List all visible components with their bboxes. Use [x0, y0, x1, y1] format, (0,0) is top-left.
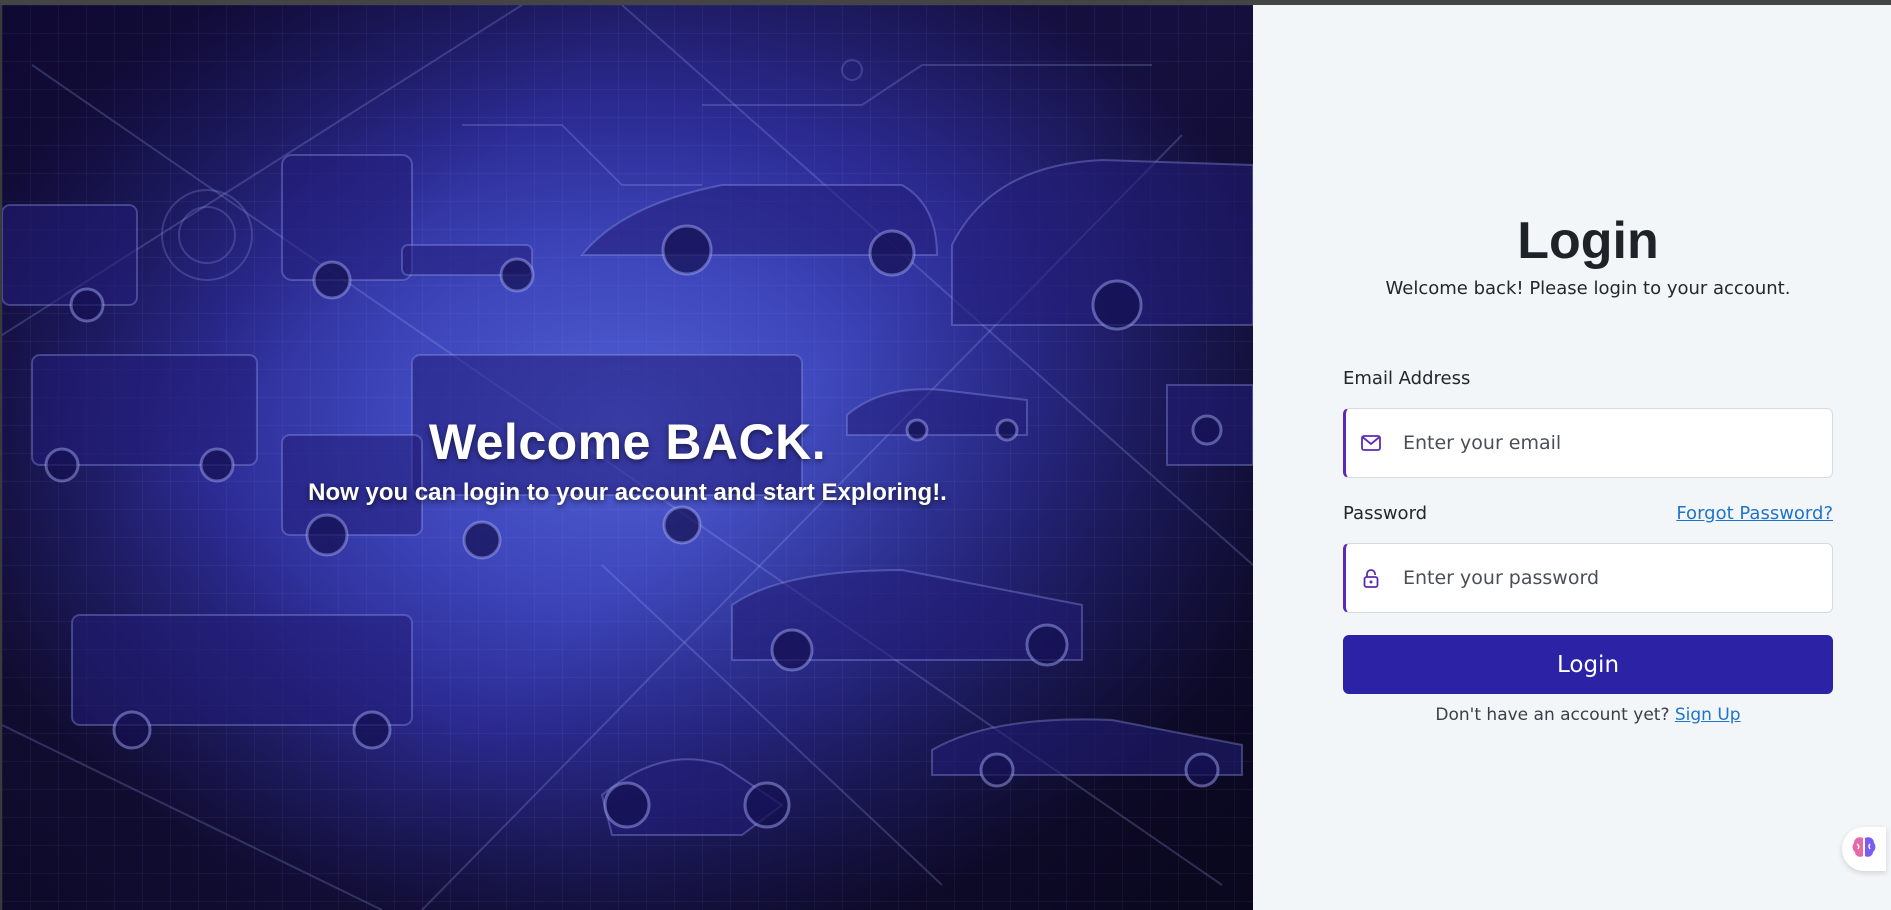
hero-title: Welcome BACK. — [428, 414, 827, 470]
assistant-button[interactable] — [1842, 827, 1886, 871]
signup-row: Don't have an account yet? Sign Up — [1343, 705, 1833, 725]
login-subtitle: Welcome back! Please login to your accou… — [1385, 278, 1791, 299]
email-field[interactable] — [1343, 408, 1833, 478]
signup-prompt: Don't have an account yet? — [1435, 705, 1670, 725]
mail-icon — [1361, 433, 1381, 453]
brain-icon — [1851, 835, 1877, 863]
password-label: Password — [1343, 503, 1428, 524]
forgot-password-link[interactable]: Forgot Password? — [1676, 503, 1833, 524]
password-field[interactable] — [1343, 543, 1833, 613]
login-title: Login — [1517, 212, 1659, 270]
login-panel: Login Welcome back! Please login to your… — [1253, 5, 1891, 910]
email-input[interactable] — [1401, 431, 1805, 455]
sign-up-link[interactable]: Sign Up — [1675, 705, 1741, 725]
hero-banner: Welcome BACK. Now you can login to your … — [2, 5, 1253, 910]
hero-subtitle: Now you can login to your account and st… — [308, 479, 947, 506]
password-input[interactable] — [1401, 566, 1805, 590]
lock-icon — [1361, 568, 1381, 588]
email-label: Email Address — [1343, 368, 1471, 389]
hero-text-block: Welcome BACK. Now you can login to your … — [2, 413, 1253, 507]
login-button[interactable]: Login — [1343, 635, 1833, 694]
